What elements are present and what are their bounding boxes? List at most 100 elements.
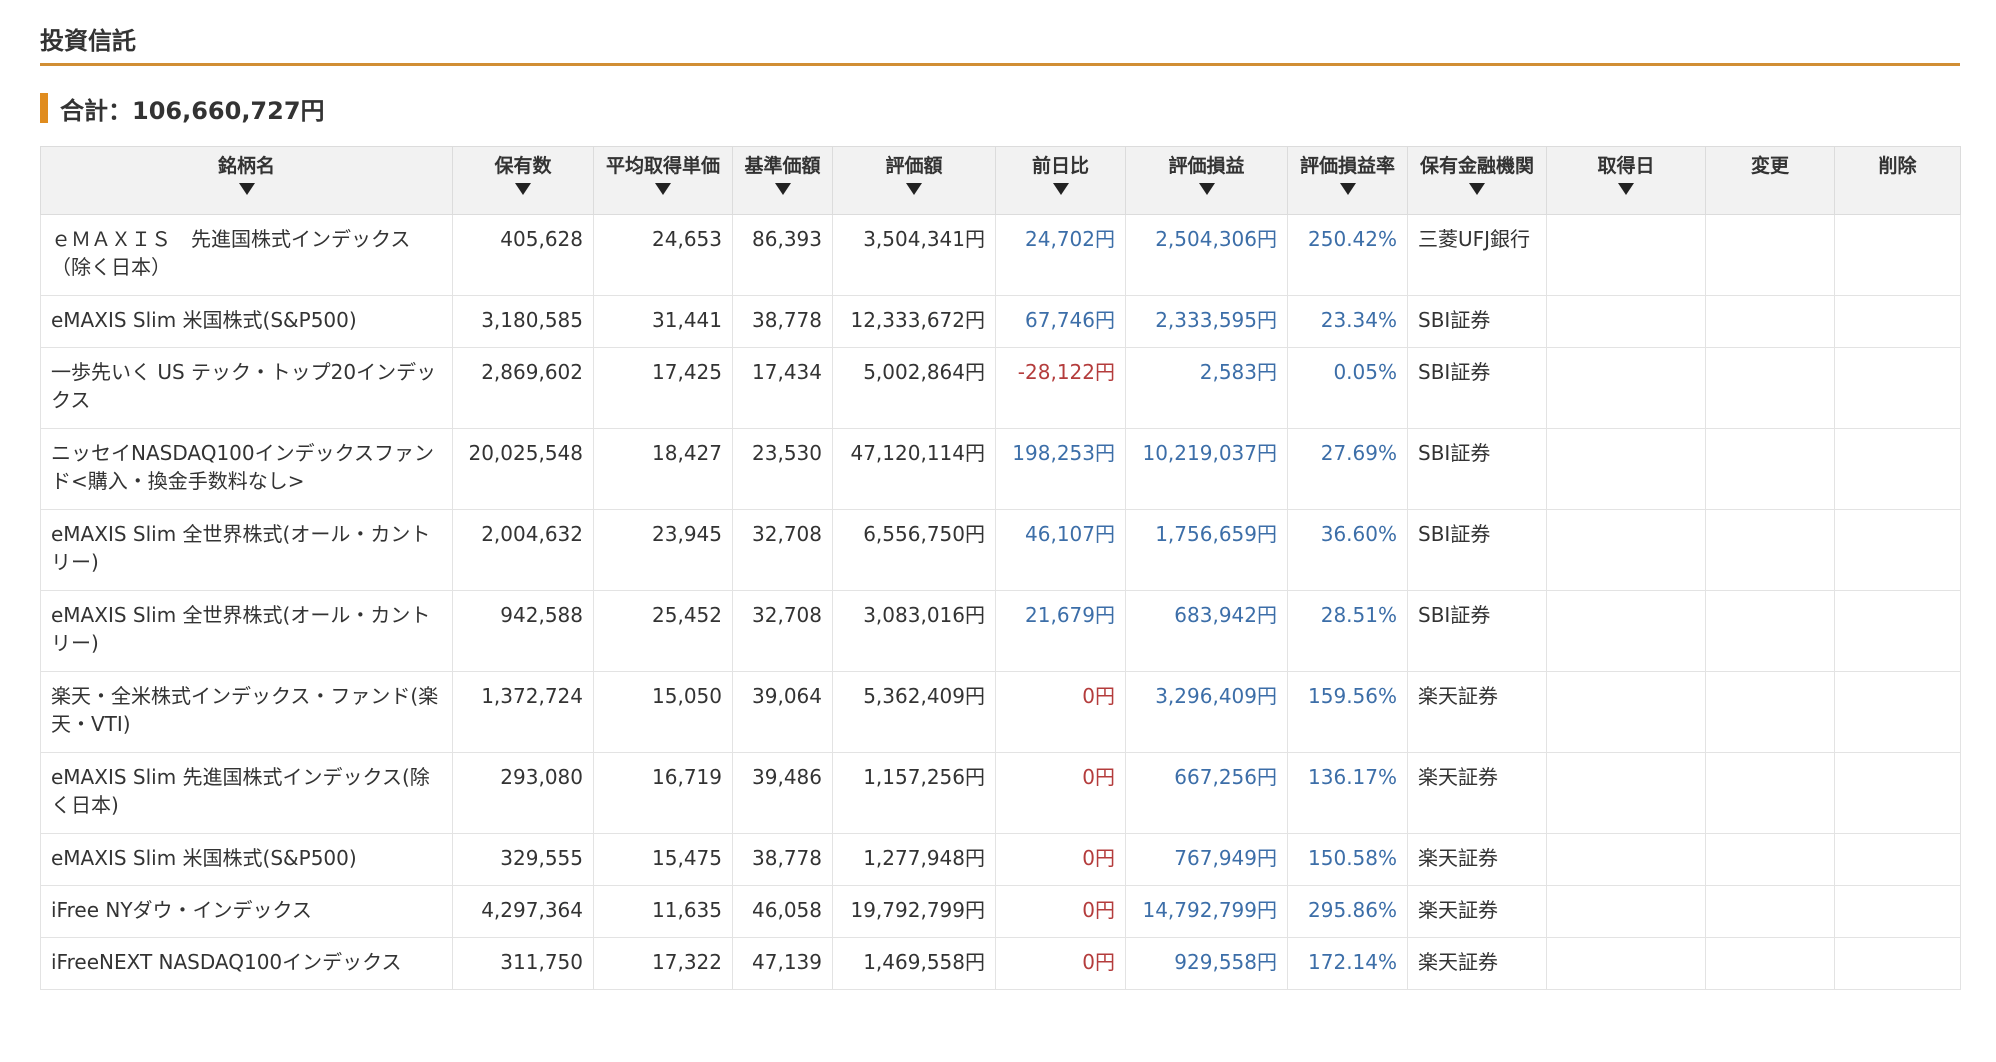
sort-quantity-arrow-icon[interactable]: [515, 183, 531, 195]
cell-pnl-rate: 27.69%: [1287, 428, 1408, 510]
cell-avg-cost: 17,425: [593, 347, 733, 429]
cell-pnl-rate: 28.51%: [1287, 590, 1408, 672]
cell-base-price: 39,486: [732, 752, 833, 834]
cell-acquired-date: [1546, 509, 1706, 591]
cell-institution: 楽天証券: [1407, 885, 1547, 938]
cell-pnl-rate: 159.56%: [1287, 671, 1408, 753]
table-row: 一歩先いく US テック・トップ20インデックス 2,869,602 17,425 1…: [40, 347, 1961, 429]
cell-avg-cost: 24,653: [593, 214, 733, 296]
cell-day-change: 24,702円: [995, 214, 1126, 296]
cell-institution: 楽天証券: [1407, 671, 1547, 753]
sort-base-price-arrow-icon[interactable]: [774, 183, 791, 195]
cell-valuation: 5,362,409円: [832, 671, 996, 753]
cell-delete: [1834, 509, 1961, 591]
cell-acquired-date: [1546, 347, 1706, 429]
cell-quantity: 329,555: [452, 833, 594, 886]
cell-acquired-date: [1546, 752, 1706, 834]
table-header-row: 銘柄名 保有数 平均取得単価 基準価額 評価額 前日比 評価損益 評価損益率 保…: [40, 146, 1961, 215]
cell-avg-cost: 25,452: [593, 590, 733, 672]
cell-day-change: 0円: [995, 885, 1126, 938]
section-title: 投資信託: [40, 0, 1960, 66]
cell-base-price: 86,393: [732, 214, 833, 296]
funds-table: 銘柄名 保有数 平均取得単価 基準価額 評価額 前日比 評価損益 評価損益率 保…: [40, 146, 1961, 990]
cell-fund-name: eMAXIS Slim 全世界株式(オール・カントリー): [40, 590, 453, 672]
cell-delete: [1834, 885, 1961, 938]
cell-quantity: 20,025,548: [452, 428, 594, 510]
cell-institution: 楽天証券: [1407, 752, 1547, 834]
cell-edit: [1705, 428, 1835, 510]
sort-pnl-rate-arrow-icon[interactable]: [1339, 183, 1356, 195]
cell-valuation: 19,792,799円: [832, 885, 996, 938]
cell-acquired-date: [1546, 833, 1706, 886]
sort-valuation-arrow-icon[interactable]: [906, 183, 922, 195]
header-institution: 保有金融機関: [1407, 146, 1547, 215]
header-pnl: 評価損益: [1125, 146, 1288, 215]
cell-pnl: 667,256円: [1125, 752, 1288, 834]
cell-institution: SBI証券: [1407, 347, 1547, 429]
cell-pnl-rate: 23.34%: [1287, 295, 1408, 348]
cell-pnl-rate: 250.42%: [1287, 214, 1408, 296]
cell-avg-cost: 15,050: [593, 671, 733, 753]
cell-pnl-rate: 136.17%: [1287, 752, 1408, 834]
header-pnl-rate: 評価損益率: [1287, 146, 1408, 215]
total-line: 合計： 106,660,727円: [40, 92, 1960, 125]
cell-edit: [1705, 885, 1835, 938]
cell-day-change: 198,253円: [995, 428, 1126, 510]
cell-valuation: 5,002,864円: [832, 347, 996, 429]
header-avg-cost: 平均取得単価: [593, 146, 733, 215]
cell-institution: 三菱UFJ銀行: [1407, 214, 1547, 296]
investment-trust-section: 投資信託 合計： 106,660,727円 銘柄名 保有数 平均取得単価 基準価…: [40, 0, 1961, 990]
cell-fund-name: 一歩先いく US テック・トップ20インデックス: [40, 347, 453, 429]
cell-avg-cost: 16,719: [593, 752, 733, 834]
cell-quantity: 293,080: [452, 752, 594, 834]
cell-quantity: 405,628: [452, 214, 594, 296]
cell-fund-name: 楽天・全米株式インデックス・ファンド(楽天・VTI): [40, 671, 453, 753]
table-row: iFree NYダウ・インデックス 4,297,364 11,635 46,058 19…: [40, 885, 1961, 938]
table-row: eMAXIS Slim 先進国株式インデックス(除く日本) 293,080 16,7…: [40, 752, 1961, 834]
sort-institution-arrow-icon[interactable]: [1469, 183, 1485, 195]
cell-edit: [1705, 590, 1835, 672]
cell-valuation: 3,083,016円: [832, 590, 996, 672]
cell-valuation: 1,157,256円: [832, 752, 996, 834]
cell-base-price: 17,434: [732, 347, 833, 429]
cell-quantity: 942,588: [452, 590, 594, 672]
cell-quantity: 311,750: [452, 937, 594, 990]
cell-base-price: 38,778: [732, 833, 833, 886]
sort-day-change-arrow-icon[interactable]: [1052, 183, 1069, 195]
cell-institution: 楽天証券: [1407, 833, 1547, 886]
table-row: iFreeNEXT NASDAQ100インデックス 311,750 17,322 47…: [40, 937, 1961, 990]
cell-base-price: 38,778: [732, 295, 833, 348]
cell-acquired-date: [1546, 671, 1706, 753]
cell-valuation: 6,556,750円: [832, 509, 996, 591]
cell-delete: [1834, 937, 1961, 990]
cell-day-change: 0円: [995, 937, 1126, 990]
table-row: eMAXIS Slim 全世界株式(オール・カントリー) 2,004,632 23,…: [40, 509, 1961, 591]
header-quantity: 保有数: [452, 146, 594, 215]
cell-acquired-date: [1546, 428, 1706, 510]
header-edit: 変更: [1705, 146, 1835, 215]
cell-acquired-date: [1546, 590, 1706, 672]
cell-base-price: 46,058: [732, 885, 833, 938]
cell-pnl: 3,296,409円: [1125, 671, 1288, 753]
sort-pnl-arrow-icon[interactable]: [1198, 183, 1215, 195]
cell-fund-name: ｅＭＡＸＩＳ 先進国株式インデックス（除く日本）: [40, 214, 453, 296]
cell-quantity: 2,004,632: [452, 509, 594, 591]
cell-base-price: 47,139: [732, 937, 833, 990]
cell-base-price: 23,530: [732, 428, 833, 510]
cell-valuation: 47,120,114円: [832, 428, 996, 510]
cell-institution: SBI証券: [1407, 590, 1547, 672]
cell-delete: [1834, 295, 1961, 348]
cell-acquired-date: [1546, 937, 1706, 990]
sort-name-arrow-icon[interactable]: [238, 183, 255, 195]
cell-valuation: 1,277,948円: [832, 833, 996, 886]
cell-fund-name: eMAXIS Slim 米国株式(S&P500): [40, 833, 453, 886]
sort-avg-cost-arrow-icon[interactable]: [655, 183, 671, 195]
cell-institution: SBI証券: [1407, 509, 1547, 591]
cell-base-price: 39,064: [732, 671, 833, 753]
cell-edit: [1705, 214, 1835, 296]
cell-quantity: 3,180,585: [452, 295, 594, 348]
sort-acquired-date-arrow-icon[interactable]: [1618, 183, 1634, 195]
cell-pnl: 767,949円: [1125, 833, 1288, 886]
cell-edit: [1705, 833, 1835, 886]
cell-edit: [1705, 752, 1835, 834]
